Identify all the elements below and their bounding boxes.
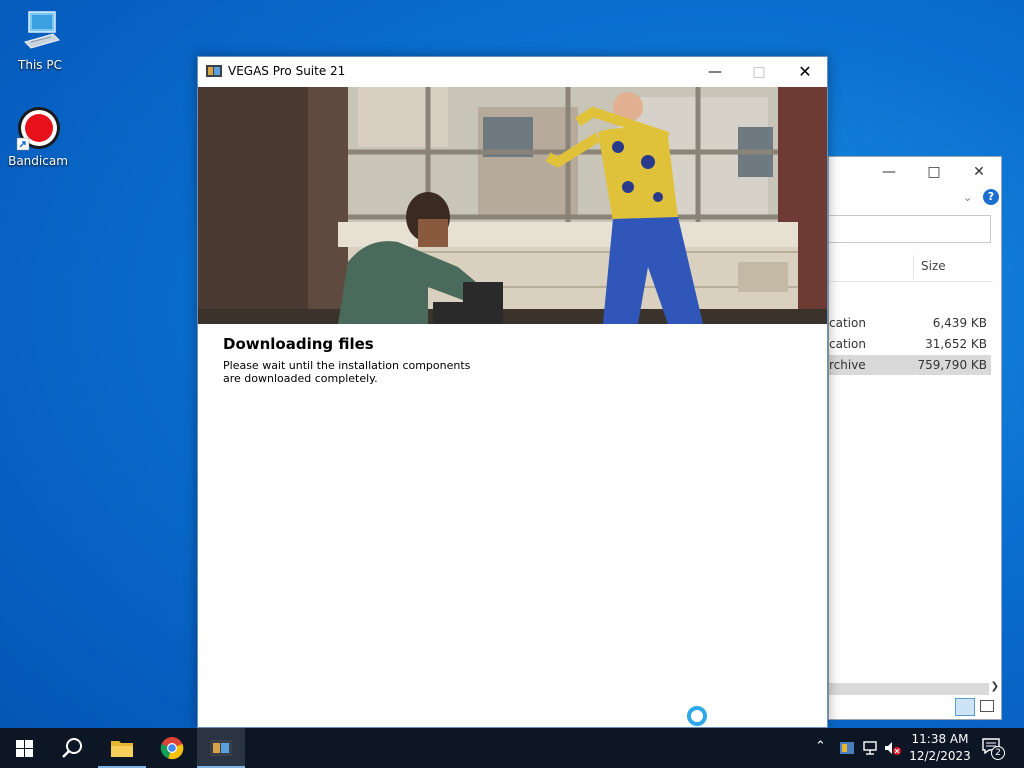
desktop-icon-bandicam[interactable]: Bandicam bbox=[6, 106, 70, 168]
scroll-right-icon[interactable]: ❯ bbox=[991, 681, 999, 692]
vegas-app-icon bbox=[210, 740, 232, 756]
chrome-icon bbox=[160, 737, 184, 760]
desktop-icon-label: Bandicam bbox=[8, 154, 68, 168]
file-row[interactable]: cation 31,652 KB bbox=[829, 334, 991, 354]
desktop-icon-this-pc[interactable]: This PC bbox=[8, 8, 72, 72]
system-clock[interactable]: 11:38 AM 12/2/2023 bbox=[905, 731, 975, 765]
chevron-down-icon[interactable]: ⌄ bbox=[963, 191, 972, 204]
file-size: 759,790 KB bbox=[917, 358, 987, 372]
file-size: 31,652 KB bbox=[925, 337, 987, 351]
taskbar-chrome[interactable] bbox=[148, 728, 196, 768]
page-description: Please wait until the installation compo… bbox=[223, 359, 471, 385]
column-header-size[interactable]: Size bbox=[921, 259, 946, 273]
action-center-button[interactable]: 2 bbox=[982, 738, 1005, 760]
file-row[interactable]: rchive 759,790 KB bbox=[829, 355, 991, 375]
header-divider bbox=[829, 281, 993, 282]
search-button[interactable] bbox=[48, 728, 96, 768]
horizontal-scrollbar[interactable] bbox=[829, 683, 989, 695]
file-row[interactable]: cation 6,439 KB bbox=[829, 313, 991, 333]
close-button[interactable]: ✕ bbox=[964, 161, 994, 183]
large-icons-view-icon[interactable] bbox=[980, 700, 994, 712]
file-type: rchive bbox=[829, 358, 866, 372]
page-heading: Downloading files bbox=[223, 335, 374, 353]
volume-muted-icon[interactable] bbox=[884, 740, 902, 756]
window-title: VEGAS Pro Suite 21 bbox=[228, 64, 346, 78]
minimize-button[interactable]: — bbox=[874, 161, 904, 183]
computer-icon bbox=[19, 8, 61, 56]
file-size: 6,439 KB bbox=[932, 316, 987, 330]
file-explorer-window[interactable]: — □ ✕ ⌄ ? Size cation 6,439 KB cation 31… bbox=[828, 156, 1002, 720]
file-type: cation bbox=[829, 337, 866, 351]
title-bar[interactable]: VEGAS Pro Suite 21 — □ ✕ bbox=[198, 57, 827, 87]
folder-icon bbox=[111, 741, 133, 757]
loading-spinner-icon bbox=[687, 706, 707, 726]
start-button[interactable] bbox=[0, 728, 48, 768]
security-shield-icon[interactable] bbox=[838, 740, 856, 756]
maximize-button[interactable]: □ bbox=[736, 57, 782, 87]
maximize-button[interactable]: □ bbox=[919, 161, 949, 183]
clock-date: 12/2/2023 bbox=[909, 749, 971, 763]
windows-logo-icon bbox=[16, 740, 33, 757]
hero-image bbox=[198, 87, 827, 324]
search-icon bbox=[62, 738, 82, 758]
installer-window[interactable]: VEGAS Pro Suite 21 — □ ✕ Downloading fil… bbox=[197, 56, 828, 728]
details-view-icon[interactable] bbox=[955, 698, 975, 716]
notification-count-badge: 2 bbox=[991, 746, 1005, 760]
taskbar-file-explorer[interactable] bbox=[98, 728, 146, 768]
column-divider bbox=[913, 255, 914, 279]
desktop-icon-label: This PC bbox=[18, 58, 62, 72]
file-type: cation bbox=[829, 316, 866, 330]
close-button[interactable]: ✕ bbox=[782, 57, 828, 87]
vegas-app-icon bbox=[206, 64, 222, 78]
network-icon[interactable] bbox=[862, 740, 880, 756]
bandicam-icon bbox=[15, 106, 61, 152]
search-input[interactable] bbox=[829, 215, 991, 243]
taskbar: ⌃ 11:38 AM 12/2/2023 2 bbox=[0, 728, 1024, 768]
minimize-button[interactable]: — bbox=[692, 57, 738, 87]
clock-time: 11:38 AM bbox=[911, 732, 969, 746]
show-hidden-icons-icon[interactable]: ⌃ bbox=[815, 739, 833, 755]
taskbar-vegas-installer[interactable] bbox=[197, 728, 245, 768]
help-icon[interactable]: ? bbox=[983, 189, 999, 205]
